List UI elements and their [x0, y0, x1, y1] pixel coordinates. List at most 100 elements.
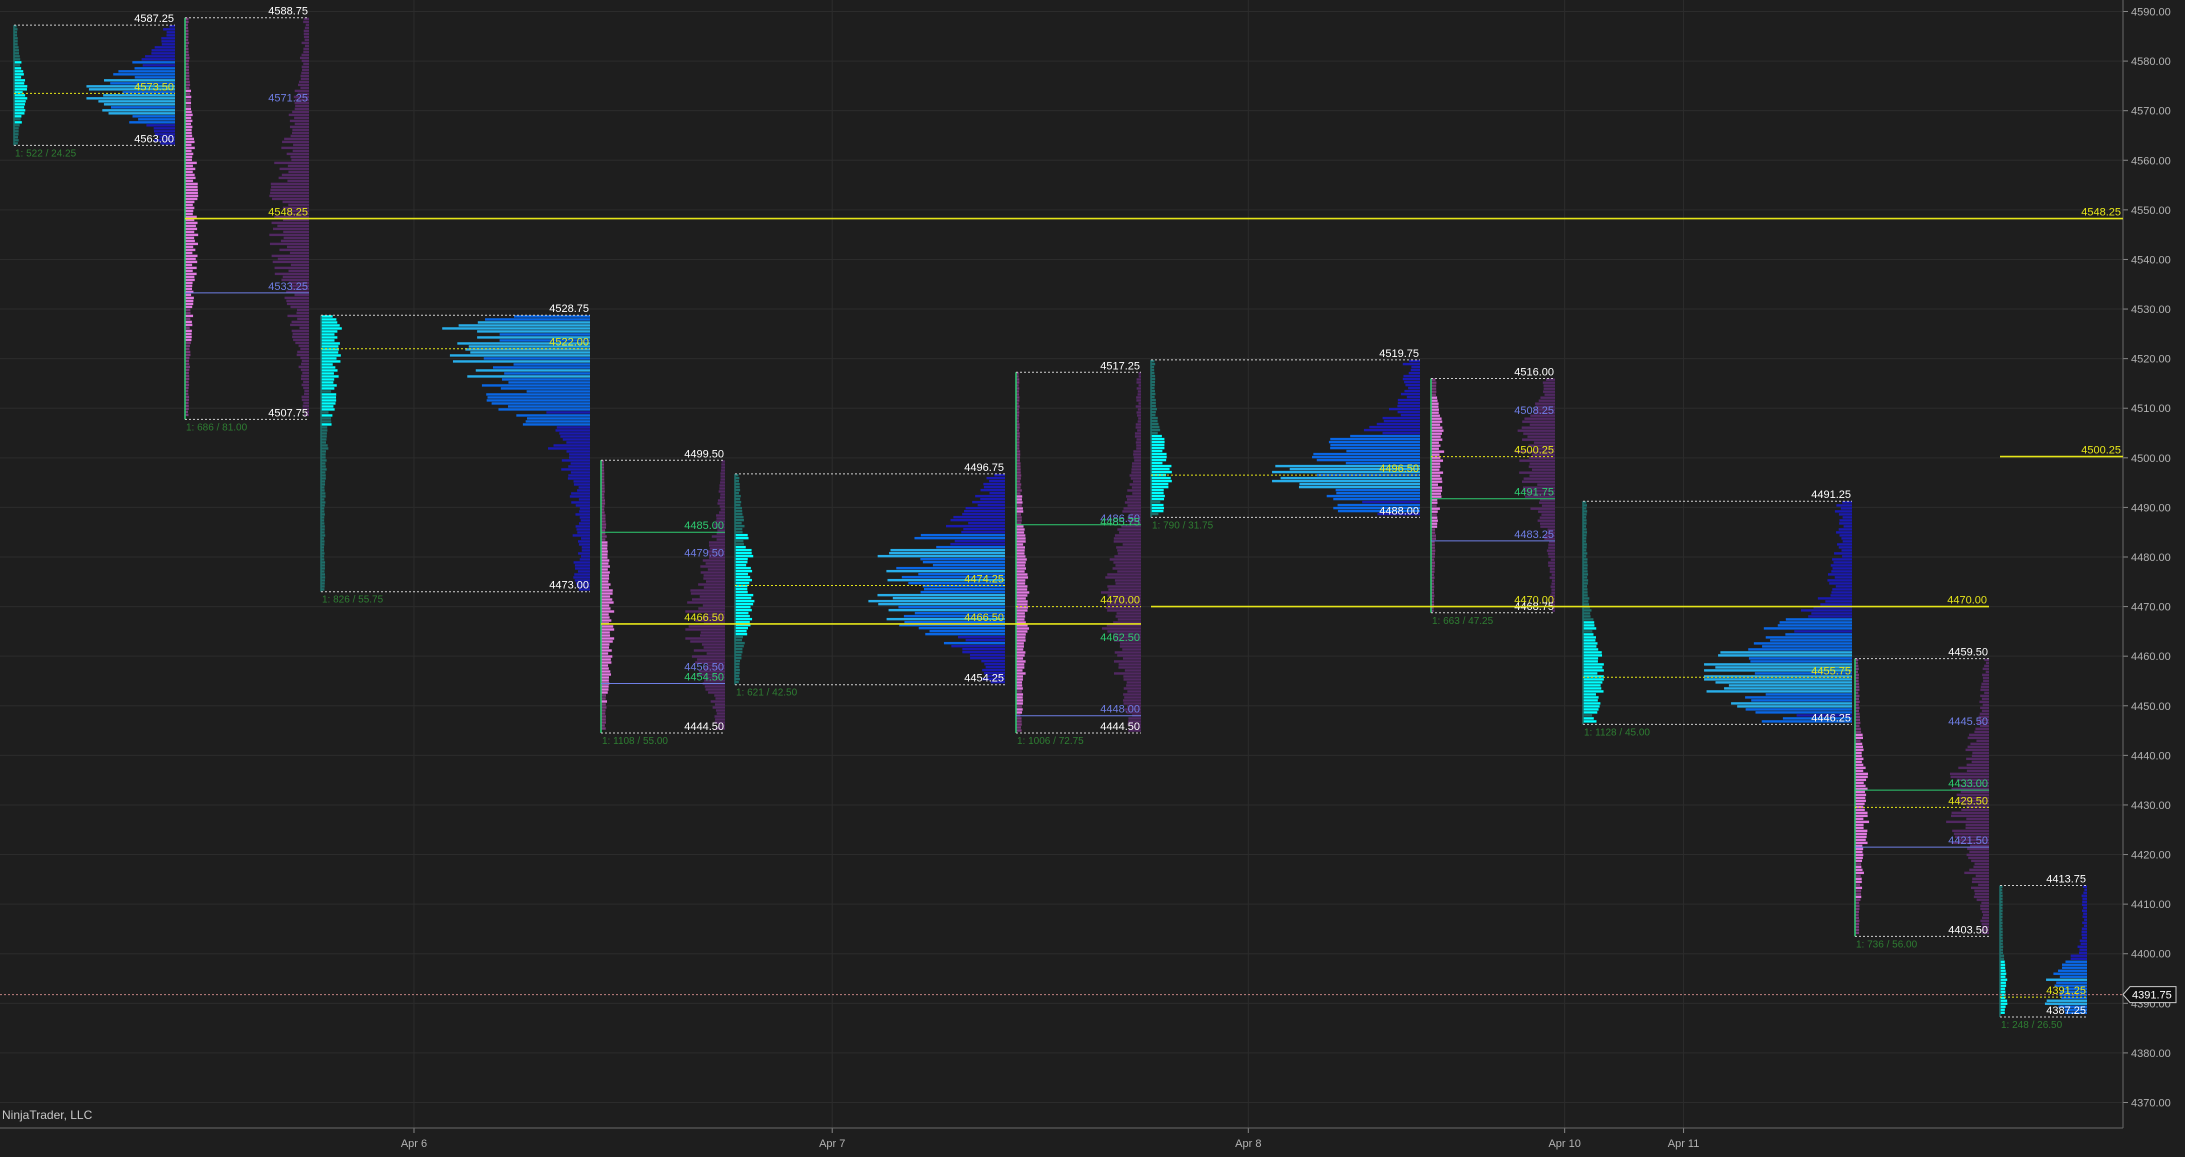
profile-bar-right: [281, 146, 309, 150]
profile-bar-right: [1537, 483, 1555, 486]
profile-bar-right: [1280, 476, 1420, 480]
profile-bar-left: [1431, 387, 1437, 390]
profile-bar-right: [1123, 675, 1141, 678]
profile-bar-right: [296, 311, 309, 315]
profile-bar-left: [321, 366, 336, 369]
profile-bar-left: [1151, 464, 1172, 468]
profile-bar-right: [1973, 895, 1989, 899]
profile-bar-right: [703, 646, 725, 649]
profile-bar-left: [185, 242, 198, 246]
profile-bar-left: [185, 125, 193, 129]
chart-svg[interactable]: 4590.00 4580.00 4570.00 4560.00 4550.00 4540.…: [0, 0, 2185, 1152]
profile-bar-right: [571, 501, 590, 504]
profile-bar-left: [2000, 969, 2006, 972]
profile-bar-left: [321, 318, 337, 321]
profile-bar-right: [2082, 915, 2087, 918]
profile-bar-left: [1431, 474, 1441, 477]
y-tick-label: 4540.00: [2131, 254, 2171, 266]
profile-price-label: 4533.25: [268, 281, 308, 293]
profile-bar-left: [1855, 781, 1864, 785]
profile-price-label: 4522.00: [549, 337, 589, 349]
profile-bar-right: [697, 658, 725, 661]
profile-bar-left: [321, 396, 337, 399]
profile-bar-right: [559, 432, 590, 435]
profile-bar-right: [1728, 684, 1852, 687]
profile-bar-right: [300, 74, 309, 78]
profile-bar-right: [714, 715, 725, 718]
profile-bar-right: [2070, 957, 2087, 960]
profile-bar-right: [290, 263, 309, 267]
profile-bar-right: [704, 685, 725, 688]
profile-bar-left: [14, 109, 26, 112]
profile-bar-right: [968, 521, 1005, 525]
profile-bar-right: [270, 188, 309, 192]
profile-bar-right: [161, 43, 175, 46]
profile-bar-left: [1016, 627, 1029, 630]
profile-bar-left: [185, 161, 197, 165]
profile-bar-left: [601, 619, 612, 622]
profile-bar-right: [579, 558, 590, 561]
profile-bar-left: [1855, 856, 1863, 860]
profile-bar-right: [280, 239, 309, 243]
profile-bar-right: [569, 495, 590, 498]
profile-bar-left: [1431, 405, 1439, 408]
profile-bar-right: [1985, 661, 1989, 665]
profile-bar-left: [185, 263, 193, 267]
profile-bar-left: [185, 197, 198, 201]
profile-bar-left: [185, 299, 194, 303]
profile-bar-right: [972, 500, 1005, 504]
profile-bar-left: [1431, 384, 1437, 387]
profile-bar-right: [161, 40, 175, 43]
profile-bar-left: [1583, 603, 1590, 606]
profile-bar-left: [14, 76, 22, 79]
profile-bar-right: [1124, 501, 1141, 504]
y-tick-label: 4520.00: [2131, 354, 2171, 366]
profile-bar-right: [719, 505, 725, 508]
profile-bar-right: [720, 508, 725, 511]
profile-bar-right: [1529, 474, 1555, 477]
profile-bar-left: [735, 524, 745, 528]
profile-bar-left: [1016, 558, 1027, 561]
profile-bar-right: [277, 224, 309, 228]
profile-bar-left: [1016, 573, 1028, 576]
profile-bar-left: [1583, 702, 1601, 705]
profile-price-label: 4499.50: [684, 448, 724, 460]
profile-bar-right: [1779, 621, 1852, 624]
profile-bar-left: [735, 611, 749, 615]
profile-bar-left: [185, 248, 196, 252]
profile-bar-right: [1966, 757, 1989, 761]
profile-bar-right: [573, 483, 590, 486]
profile-bar-right: [703, 574, 725, 577]
profile-bar-left: [321, 330, 338, 333]
profile-bar-left: [185, 203, 193, 207]
profile-bar-left: [735, 536, 749, 540]
profile-bar-right: [1952, 829, 1989, 833]
profile-bar-right: [1114, 651, 1141, 654]
profile-bar-right: [1542, 381, 1555, 384]
profile-bar-right: [1551, 588, 1555, 591]
profile-bar-left: [1431, 480, 1443, 483]
profile-bar-right: [1521, 426, 1555, 429]
profile-bar-right: [989, 491, 1005, 495]
profile-bar-right: [1126, 495, 1141, 498]
profile-bar-right: [1540, 396, 1555, 399]
profile-bar-right: [1839, 519, 1852, 522]
profile-bar-left: [321, 390, 332, 393]
profile-bar-left: [14, 67, 22, 70]
profile-bar-left: [185, 287, 193, 291]
volume-profile-chart[interactable]: 4590.00 4580.00 4570.00 4560.00 4550.00 4540.…: [0, 0, 2185, 1152]
profile-bar-right: [1119, 531, 1141, 534]
profile-bar-left: [1151, 494, 1165, 498]
profile-bar-left: [601, 547, 608, 550]
profile-bar-right: [1135, 405, 1141, 408]
profile-bar-right: [292, 332, 309, 336]
profile-bar-right: [1523, 432, 1555, 435]
profile-bar-left: [321, 441, 327, 444]
profile-bar-right: [1138, 375, 1141, 378]
profile-bar-right: [1550, 585, 1555, 588]
profile-bar-right: [1748, 657, 1852, 660]
profile-bar-right: [458, 324, 590, 327]
profile-bar-left: [1151, 458, 1167, 462]
profile-bar-right: [1114, 579, 1141, 582]
profile-bar-right: [1116, 546, 1141, 549]
